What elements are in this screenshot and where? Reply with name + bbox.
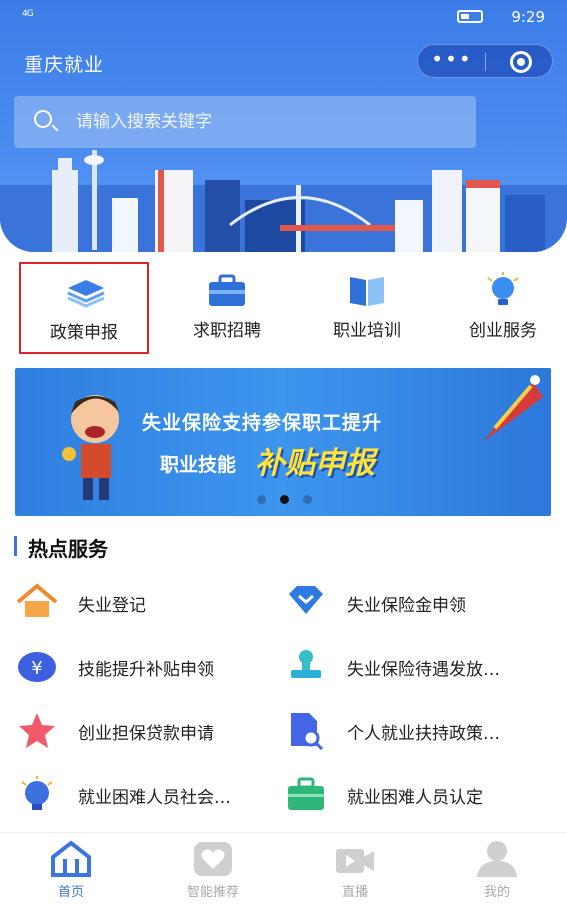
lightbulb-icon (21, 776, 53, 810)
service-label: 就业困难人员社会… (78, 788, 231, 808)
tab-label: 直播 (341, 885, 368, 900)
stamp-icon (291, 650, 321, 678)
document-search-icon (291, 713, 324, 750)
quick-action-policy-declaration[interactable]: 政策申报 (19, 262, 149, 354)
tab-home[interactable]: 首页 (0, 833, 142, 907)
tab-live[interactable]: 直播 (284, 833, 426, 907)
tab-label: 首页 (57, 885, 84, 900)
yen-coin-icon: ¥ (18, 652, 56, 682)
cartoon-character-illustration (62, 395, 119, 500)
house-icon (16, 583, 58, 617)
quick-action-vocational-training[interactable]: 职业培训 (302, 262, 432, 354)
status-bar: 4G 9:29 (22, 6, 545, 28)
capsule-divider (485, 53, 486, 71)
promo-banner[interactable]: 失业保险支持参保职工提升 职业技能 补贴申报 (15, 368, 551, 516)
battery-icon (457, 10, 483, 23)
layers-icon (67, 280, 105, 308)
service-label: 就业困难人员认定 (347, 788, 483, 808)
service-label: 技能提升补贴申领 (78, 660, 214, 680)
carousel-indicator (257, 495, 337, 505)
tab-label: 我的 (483, 885, 510, 900)
header-hero: 4G 9:29 重庆就业 ••• (0, 0, 567, 252)
service-label: 失业登记 (78, 596, 146, 616)
banner-headline: 失业保险支持参保职工提升 (142, 412, 383, 434)
carousel-dot[interactable] (303, 495, 312, 504)
service-label: 个人就业扶持政策… (347, 724, 500, 744)
video-camera-icon (336, 849, 374, 873)
search-input[interactable] (76, 108, 456, 136)
star-icon (19, 713, 55, 748)
diamond-check-icon (289, 586, 323, 614)
briefcase-icon (209, 274, 245, 306)
service-label: 失业保险待遇发放… (347, 660, 500, 680)
quick-action-job-search[interactable]: 求职招聘 (162, 262, 292, 354)
city-skyline-illustration (0, 150, 567, 252)
service-label: 失业保险金申领 (347, 596, 466, 616)
quick-actions: 政策申报 求职招聘 职业培训 创业服务 (0, 262, 567, 356)
tab-smart-recommend[interactable]: 智能推荐 (142, 833, 284, 907)
banner-subline: 职业技能 (160, 454, 237, 476)
home-icon (51, 840, 91, 877)
quick-action-entrepreneurship-services[interactable]: 创业服务 (438, 262, 567, 354)
user-icon (477, 841, 517, 877)
briefcase-icon (288, 777, 324, 810)
tab-mine[interactable]: 我的 (426, 833, 567, 907)
carousel-dot[interactable] (257, 495, 266, 504)
section-accent-bar (14, 536, 17, 556)
mini-program-capsule: ••• (417, 44, 553, 78)
carousel-dot-active[interactable] (280, 495, 289, 504)
banner-highlight: 补贴申报 (255, 446, 375, 481)
search-icon (34, 110, 52, 128)
more-dots-icon[interactable]: ••• (418, 45, 486, 79)
section-title: 热点服务 (28, 537, 108, 561)
lightbulb-icon (487, 272, 519, 305)
bottom-tab-bar: 首页 智能推荐 直播 我的 (0, 832, 567, 906)
tab-label: 智能推荐 (186, 885, 239, 900)
status-time: 9:29 (511, 8, 545, 26)
book-icon (350, 277, 384, 306)
quick-action-label: 求职招聘 (193, 321, 261, 341)
signal-indicator: 4G (22, 9, 34, 19)
target-icon[interactable] (510, 51, 532, 73)
app-title: 重庆就业 (24, 54, 105, 76)
heart-icon (194, 842, 232, 876)
svg-text:¥: ¥ (31, 658, 42, 679)
party-popper-illustration (483, 375, 543, 442)
quick-action-label: 政策申报 (50, 323, 118, 343)
quick-action-label: 创业服务 (469, 321, 537, 341)
service-label: 创业担保贷款申请 (78, 724, 214, 744)
quick-action-label: 职业培训 (333, 321, 401, 341)
